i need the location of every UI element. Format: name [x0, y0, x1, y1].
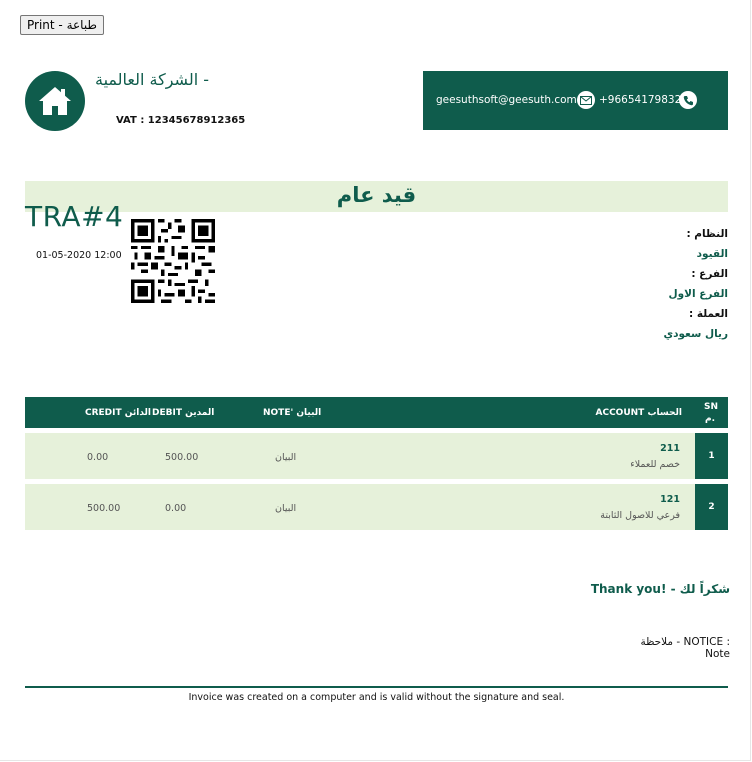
row-debit: 0.00: [165, 503, 187, 514]
document-title-bar: قيد عام: [25, 181, 728, 212]
account-name: خصم للعملاء: [630, 459, 680, 470]
mail-icon: [577, 91, 595, 109]
branch-label: الفرع :: [691, 268, 728, 280]
notice-label: ملاحظة - NOTICE :: [640, 636, 730, 648]
header-credit: CREDIT الدائن: [85, 408, 152, 418]
row-sn: 2: [695, 484, 728, 530]
document-meta: النظام : القيود الفرع : الفرع الاول العم…: [663, 224, 728, 344]
row-credit: 0.00: [87, 452, 109, 463]
table-row: 1 211 خصم للعملاء البيان 500.00 0.00: [25, 433, 728, 479]
transaction-number: TRA#4: [25, 200, 124, 233]
contact-email: geesuthsoft@geesuth.com: [436, 94, 577, 106]
home-icon: [39, 87, 71, 115]
transaction-date: 01-05-2020 12:00: [36, 250, 122, 261]
header-debit: DEBIT المدين: [152, 408, 215, 418]
system-value: القيود: [696, 248, 728, 260]
table-header: CREDIT الدائن DEBIT المدين NOTE' البيان …: [25, 397, 728, 428]
row-note: البيان: [275, 503, 297, 514]
phone-icon: [679, 91, 697, 109]
footer-disclaimer: Invoice was created on a computer and is…: [188, 692, 565, 703]
header-sn-ar: م.: [704, 414, 715, 424]
qr-code: [131, 219, 215, 303]
header-note: NOTE' البيان: [263, 408, 322, 418]
entries-table: CREDIT الدائن DEBIT المدين NOTE' البيان …: [25, 397, 728, 530]
document-title: قيد عام: [336, 183, 417, 207]
header-account: ACCOUNT الحساب: [595, 408, 683, 418]
branch-value: الفرع الاول: [668, 288, 728, 300]
row-note: البيان: [275, 452, 297, 463]
currency-label: العملة :: [688, 308, 728, 320]
currency-value: ريال سعودي: [663, 328, 728, 340]
row-credit: 500.00: [87, 503, 121, 514]
company-logo: [25, 71, 85, 131]
account-code: 211: [660, 443, 680, 454]
company-name: - الشركة العالمية: [95, 70, 210, 89]
contact-box: geesuthsoft@geesuth.com +966541798323: [423, 71, 728, 130]
print-button[interactable]: Print - طباعة: [20, 15, 104, 35]
account-code: 121: [660, 494, 680, 505]
row-sn: 1: [695, 433, 728, 479]
notice-text: Note: [705, 648, 730, 660]
row-debit: 500.00: [165, 452, 199, 463]
account-name: فرعي للاصول الثابتة: [600, 510, 680, 521]
footer-divider: [25, 686, 728, 688]
thank-you-text: Thank you! - شكراً لك: [590, 582, 730, 596]
table-row: 2 121 فرعي للاصول الثابتة البيان 0.00 50…: [25, 484, 728, 530]
vat-number: VAT : 12345678912365: [116, 115, 246, 126]
system-label: النظام :: [686, 228, 728, 240]
header-sn: SN: [703, 402, 718, 412]
contact-phone: +966541798323: [599, 94, 688, 106]
